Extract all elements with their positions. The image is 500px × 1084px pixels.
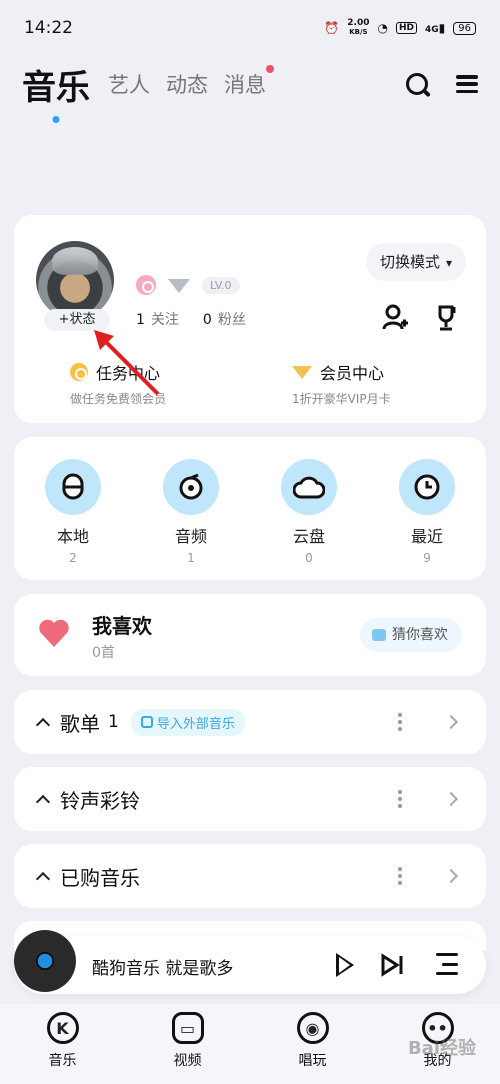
status-time: 14:22 — [24, 18, 73, 38]
battery-icon: 96 — [453, 21, 476, 35]
heart-icon — [39, 619, 69, 647]
more-options-icon[interactable] — [398, 713, 402, 731]
quick-item-recent[interactable]: 最近 9 — [387, 459, 467, 580]
switch-mode-button[interactable]: 切换模式 — [365, 243, 466, 281]
cloud-icon — [281, 459, 337, 515]
mini-player[interactable]: 酷狗音乐 就是歌多 — [14, 930, 486, 994]
search-icon[interactable] — [406, 73, 428, 95]
more-options-icon[interactable] — [398, 790, 402, 808]
section-playlists[interactable]: 歌单 1 导入外部音乐 — [14, 690, 486, 754]
quick-item-audio[interactable]: 音频 1 — [151, 459, 231, 580]
wifi-icon: ◔ — [377, 21, 388, 35]
vip-diamond-icon — [292, 365, 312, 379]
quick-access-card: 本地 2 音频 1 云盘 0 最近 9 — [14, 437, 486, 580]
import-icon — [140, 716, 153, 728]
chevron-right-icon[interactable] — [443, 868, 459, 884]
bottom-tab-music[interactable]: K 音乐 — [18, 1012, 108, 1084]
favorites-title: 我喜欢 — [92, 614, 152, 638]
player-title: 酷狗音乐 就是歌多 — [92, 959, 234, 979]
bottom-tab-video[interactable]: ▭ 视频 — [143, 1012, 233, 1084]
favorites-count: 0首 — [92, 645, 115, 661]
chevron-right-icon[interactable] — [443, 791, 459, 807]
status-icons: ⏰ 2.00 KB/S ◔ HD 4G▮ 96 — [324, 19, 476, 37]
radio-icon — [372, 629, 386, 641]
user-badges: LV.0 — [136, 275, 240, 295]
chevron-up-icon[interactable] — [35, 794, 51, 809]
hd-badge: HD — [395, 22, 417, 34]
guess-you-like-button[interactable]: 猜你喜欢 — [360, 618, 462, 652]
audio-icon — [163, 459, 219, 515]
video-icon: ▭ — [171, 1012, 204, 1044]
section-purchased[interactable]: 已购音乐 — [14, 844, 486, 908]
tab-messages[interactable]: 消息 — [224, 65, 274, 99]
quick-item-local[interactable]: 本地 2 — [33, 459, 113, 580]
tab-artists[interactable]: 艺人 — [108, 69, 150, 99]
k-logo-icon: K — [46, 1012, 79, 1044]
fans-stat[interactable]: 0 粉丝 — [203, 309, 246, 329]
level-badge[interactable]: LV.0 — [202, 276, 240, 294]
follow-stats: 1 关注 0 粉丝 — [136, 309, 246, 329]
signal-icon: 4G▮ — [425, 21, 446, 35]
alarm-icon: ⏰ — [324, 21, 340, 35]
chevron-right-icon[interactable] — [443, 714, 459, 730]
annotation-arrow-icon — [94, 330, 160, 396]
chevron-up-icon[interactable] — [35, 717, 51, 732]
add-status-button[interactable]: +状态 — [44, 309, 110, 331]
quick-item-cloud[interactable]: 云盘 0 — [269, 459, 349, 580]
more-options-icon[interactable] — [398, 867, 402, 885]
clock-icon — [399, 459, 455, 515]
album-disc-icon[interactable] — [14, 930, 76, 992]
music-badge-icon[interactable] — [136, 275, 156, 295]
vip-center[interactable]: 会员中心 1折开豪华VIP月卡 — [292, 360, 391, 407]
menu-icon[interactable] — [456, 75, 478, 93]
status-bar: 14:22 ⏰ 2.00 KB/S ◔ HD 4G▮ 96 — [0, 0, 500, 56]
net-speed: 2.00 KB/S — [347, 18, 370, 37]
profile-card: +状态 LV.0 1关注 0粉丝 切换模式 任务中心 做任务免费领会员 会员中心… — [14, 215, 486, 423]
bottom-tab-sing[interactable]: ◉ 唱玩 — [268, 1012, 358, 1084]
local-icon — [45, 459, 101, 515]
notification-dot — [266, 65, 274, 73]
favorites-card[interactable]: 我喜欢 0首 猜你喜欢 — [14, 594, 486, 676]
tab-music[interactable]: 音乐 — [22, 60, 90, 109]
coin-icon — [70, 363, 88, 381]
import-external-music-button[interactable]: 导入外部音乐 — [130, 708, 245, 736]
section-ringtones[interactable]: 铃声彩铃 — [14, 767, 486, 831]
diamond-badge-icon[interactable] — [168, 279, 190, 293]
playlist-queue-icon[interactable] — [436, 953, 458, 975]
following-stat[interactable]: 1 关注 — [136, 309, 179, 329]
avatar[interactable] — [36, 241, 114, 319]
mic-icon: ◉ — [296, 1012, 329, 1044]
watermark: Bai经验 — [407, 1038, 476, 1059]
play-icon[interactable] — [336, 953, 354, 977]
top-nav: 音乐 艺人 动态 消息 — [0, 56, 500, 112]
add-friend-icon[interactable] — [382, 303, 408, 331]
tab-feed[interactable]: 动态 — [166, 69, 208, 99]
next-track-icon[interactable] — [380, 953, 404, 977]
singing-icon[interactable] — [434, 303, 460, 331]
chevron-up-icon[interactable] — [35, 871, 51, 886]
